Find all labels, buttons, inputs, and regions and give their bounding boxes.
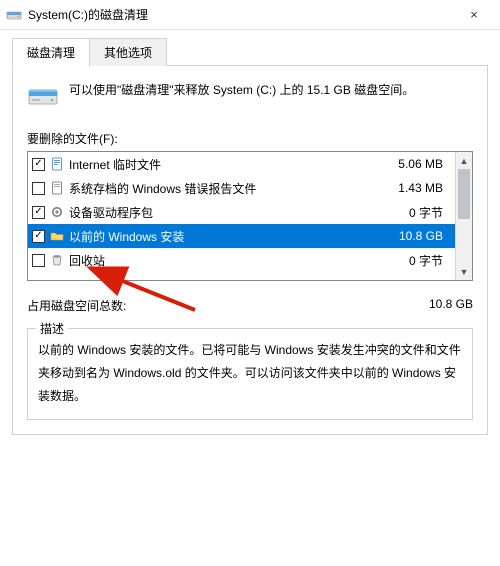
tab-disk-cleanup[interactable]: 磁盘清理 xyxy=(12,38,90,67)
window-title: System(C:)的磁盘清理 xyxy=(28,6,454,23)
gear-icon xyxy=(49,204,65,220)
recycle-bin-icon xyxy=(49,252,65,268)
list-item[interactable]: ✓ 设备驱动程序包 0 字节 xyxy=(28,200,455,224)
list-item-size: 1.43 MB xyxy=(398,181,449,195)
list-item-size: 5.06 MB xyxy=(398,157,449,171)
description-text: 以前的 Windows 安装的文件。已将可能与 Windows 安装发生冲突的文… xyxy=(38,339,462,407)
close-icon: × xyxy=(470,7,478,22)
list-item-label: 以前的 Windows 安装 xyxy=(69,228,395,245)
file-list-body[interactable]: ✓ Internet 临时文件 5.06 MB 系统存档的 Windows 错误… xyxy=(28,152,455,280)
drive-icon-small xyxy=(6,7,22,23)
list-item[interactable]: 系统存档的 Windows 错误报告文件 1.43 MB xyxy=(28,176,455,200)
page-icon xyxy=(49,156,65,172)
list-item-label: Internet 临时文件 xyxy=(69,156,394,173)
list-item-size: 0 字节 xyxy=(409,252,449,269)
scroll-track[interactable] xyxy=(456,169,472,263)
tab-panel: 可以使用"磁盘清理"来释放 System (C:) 上的 15.1 GB 磁盘空… xyxy=(12,66,488,435)
total-value: 10.8 GB xyxy=(429,297,473,314)
description-group: 描述 以前的 Windows 安装的文件。已将可能与 Windows 安装发生冲… xyxy=(27,328,473,420)
drive-icon xyxy=(27,80,59,112)
list-item-size: 0 字节 xyxy=(409,204,449,221)
total-row: 占用磁盘空间总数: 10.8 GB xyxy=(27,297,473,314)
checkbox[interactable] xyxy=(32,182,45,195)
list-item-selected[interactable]: ✓ 以前的 Windows 安装 10.8 GB xyxy=(28,224,455,248)
list-item-label: 设备驱动程序包 xyxy=(69,204,405,221)
files-label: 要删除的文件(F): xyxy=(27,130,473,147)
tab-strip: 磁盘清理 其他选项 xyxy=(0,30,500,66)
list-item[interactable]: ✓ Internet 临时文件 5.06 MB xyxy=(28,152,455,176)
tab-more-options[interactable]: 其他选项 xyxy=(89,38,167,66)
close-button[interactable]: × xyxy=(454,0,494,30)
list-item-label: 系统存档的 Windows 错误报告文件 xyxy=(69,180,394,197)
description-title: 描述 xyxy=(36,320,68,337)
list-item[interactable]: 回收站 0 字节 xyxy=(28,248,455,272)
checkbox[interactable]: ✓ xyxy=(32,206,45,219)
list-item-size: 10.8 GB xyxy=(399,229,449,243)
intro-block: 可以使用"磁盘清理"来释放 System (C:) 上的 15.1 GB 磁盘空… xyxy=(27,80,473,112)
page-icon xyxy=(49,180,65,196)
checkbox[interactable]: ✓ xyxy=(32,158,45,171)
titlebar: System(C:)的磁盘清理 × xyxy=(0,0,500,30)
checkbox[interactable]: ✓ xyxy=(32,230,45,243)
scroll-up-button[interactable]: ▲ xyxy=(456,152,472,169)
scroll-thumb[interactable] xyxy=(458,169,470,219)
file-list: ✓ Internet 临时文件 5.06 MB 系统存档的 Windows 错误… xyxy=(27,151,473,281)
total-label: 占用磁盘空间总数: xyxy=(27,297,429,314)
scrollbar[interactable]: ▲ ▼ xyxy=(455,152,472,280)
intro-text: 可以使用"磁盘清理"来释放 System (C:) 上的 15.1 GB 磁盘空… xyxy=(69,80,414,112)
list-item-label: 回收站 xyxy=(69,252,405,269)
folder-icon xyxy=(49,228,65,244)
scroll-down-button[interactable]: ▼ xyxy=(456,263,472,280)
checkbox[interactable] xyxy=(32,254,45,267)
